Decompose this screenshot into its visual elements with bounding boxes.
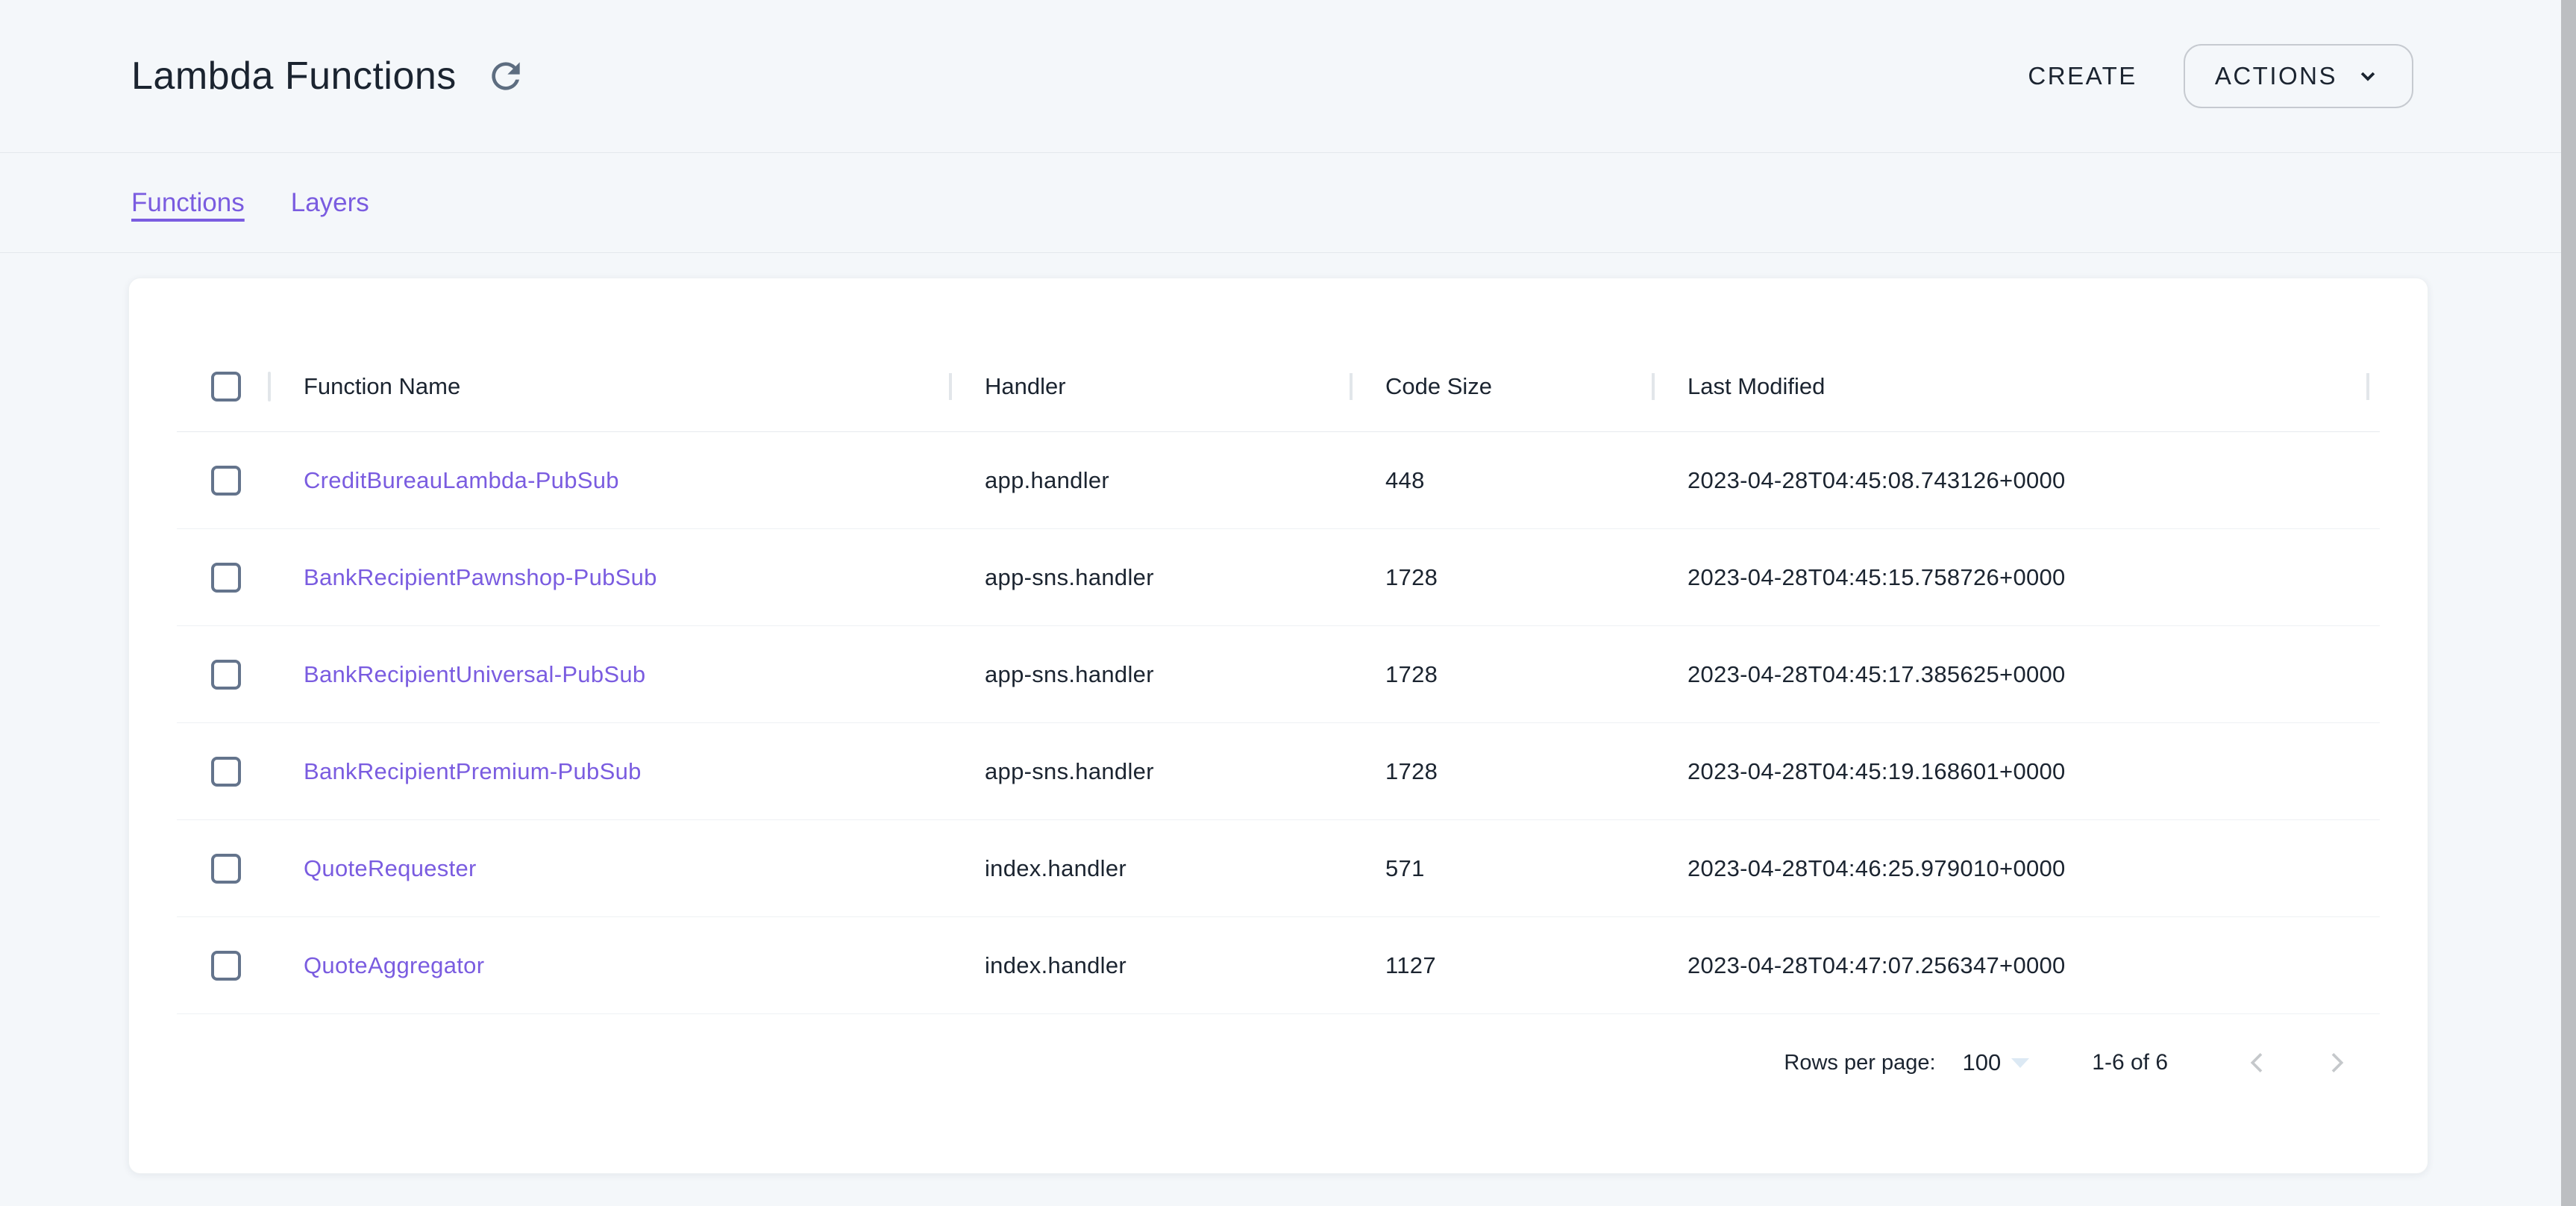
code-size-cell: 1728 [1353,758,1655,785]
row-checkbox-cell [177,563,271,593]
column-header-last-modified[interactable]: Last Modified [1655,373,2369,400]
last-modified-cell: 2023-04-28T04:45:19.168601+0000 [1655,758,2369,785]
table-row: BankRecipientUniversal-PubSub app-sns.ha… [177,626,2380,723]
table-row: QuoteAggregator index.handler 1127 2023-… [177,917,2380,1014]
rows-per-page-value: 100 [1963,1049,2002,1076]
handler-cell: app.handler [952,467,1353,494]
last-modified-cell: 2023-04-28T04:45:15.758726+0000 [1655,564,2369,591]
row-checkbox-cell [177,854,271,884]
column-header-label: Handler [985,373,1066,399]
handler-cell: app-sns.handler [952,758,1353,785]
function-name-cell: QuoteAggregator [271,952,952,979]
function-name-cell: QuoteRequester [271,855,952,882]
code-size-cell: 1728 [1353,564,1655,591]
handler-cell: index.handler [952,952,1353,979]
table-header-row: Function Name Handler Code Size Last Mod… [177,341,2380,432]
function-name-link[interactable]: CreditBureauLambda-PubSub [304,467,619,493]
column-header-code-size[interactable]: Code Size [1353,373,1655,400]
column-header-function-name[interactable]: Function Name [271,373,952,400]
create-button[interactable]: CREATE [2008,49,2156,104]
row-checkbox[interactable] [211,951,241,981]
code-size-cell: 1127 [1353,952,1655,979]
function-name-link[interactable]: BankRecipientUniversal-PubSub [304,661,645,687]
handler-cell: app-sns.handler [952,564,1353,591]
row-checkbox-cell [177,757,271,787]
handler-cell: index.handler [952,855,1353,882]
code-size-cell: 1728 [1353,661,1655,688]
dropdown-arrow-icon [2011,1058,2029,1068]
handler-cell: app-sns.handler [952,661,1353,688]
column-header-label: Code Size [1385,373,1492,399]
pagination-range-label: 1-6 of 6 [2092,1050,2168,1075]
chevron-right-icon [2322,1048,2351,1078]
row-checkbox[interactable] [211,660,241,690]
refresh-icon [485,55,527,97]
select-all-cell [177,372,271,402]
refresh-button[interactable] [483,54,528,99]
chevron-down-icon [2354,62,2382,90]
row-checkbox-cell [177,951,271,981]
table-row: CreditBureauLambda-PubSub app.handler 44… [177,432,2380,529]
vertical-scrollbar[interactable] [2561,0,2576,1206]
table-pagination: Rows per page: 100 1-6 of 6 [177,1014,2380,1111]
function-name-link[interactable]: BankRecipientPremium-PubSub [304,758,642,784]
row-checkbox-cell [177,660,271,690]
last-modified-cell: 2023-04-28T04:45:08.743126+0000 [1655,467,2369,494]
function-name-cell: CreditBureauLambda-PubSub [271,467,952,494]
function-name-cell: BankRecipientPawnshop-PubSub [271,564,952,591]
actions-button-label: ACTIONS [2215,62,2337,90]
tabs-bar: Functions Layers [0,153,2576,253]
page-header: Lambda Functions CREATE ACTIONS [0,0,2576,153]
table-row: QuoteRequester index.handler 571 2023-04… [177,820,2380,917]
column-header-label: Last Modified [1687,373,1825,399]
last-modified-cell: 2023-04-28T04:47:07.256347+0000 [1655,952,2369,979]
row-checkbox[interactable] [211,563,241,593]
function-name-link[interactable]: QuoteAggregator [304,952,484,978]
page-title: Lambda Functions [131,54,457,99]
function-name-link[interactable]: QuoteRequester [304,855,477,881]
row-checkbox[interactable] [211,466,241,496]
table-row: BankRecipientPawnshop-PubSub app-sns.han… [177,529,2380,626]
tab-layers[interactable]: Layers [291,188,369,218]
chevron-left-icon [2243,1048,2272,1078]
column-header-label: Function Name [304,373,460,399]
function-name-cell: BankRecipientPremium-PubSub [271,758,952,785]
select-all-checkbox[interactable] [211,372,241,402]
code-size-cell: 571 [1353,855,1655,882]
previous-page-button[interactable] [2234,1039,2281,1087]
row-checkbox-cell [177,466,271,496]
last-modified-cell: 2023-04-28T04:46:25.979010+0000 [1655,855,2369,882]
column-header-handler[interactable]: Handler [952,373,1353,400]
rows-per-page-label: Rows per page: [1784,1051,1935,1075]
row-checkbox[interactable] [211,757,241,787]
row-checkbox[interactable] [211,854,241,884]
function-name-link[interactable]: BankRecipientPawnshop-PubSub [304,564,657,590]
function-name-cell: BankRecipientUniversal-PubSub [271,661,952,688]
table-row: BankRecipientPremium-PubSub app-sns.hand… [177,723,2380,820]
table-body: CreditBureauLambda-PubSub app.handler 44… [177,432,2380,1014]
tab-functions[interactable]: Functions [131,188,245,218]
rows-per-page-select[interactable]: 100 [1963,1049,2030,1076]
next-page-button[interactable] [2313,1039,2360,1087]
code-size-cell: 448 [1353,467,1655,494]
last-modified-cell: 2023-04-28T04:45:17.385625+0000 [1655,661,2369,688]
functions-table-card: Function Name Handler Code Size Last Mod… [128,278,2428,1174]
actions-button[interactable]: ACTIONS [2184,44,2413,108]
